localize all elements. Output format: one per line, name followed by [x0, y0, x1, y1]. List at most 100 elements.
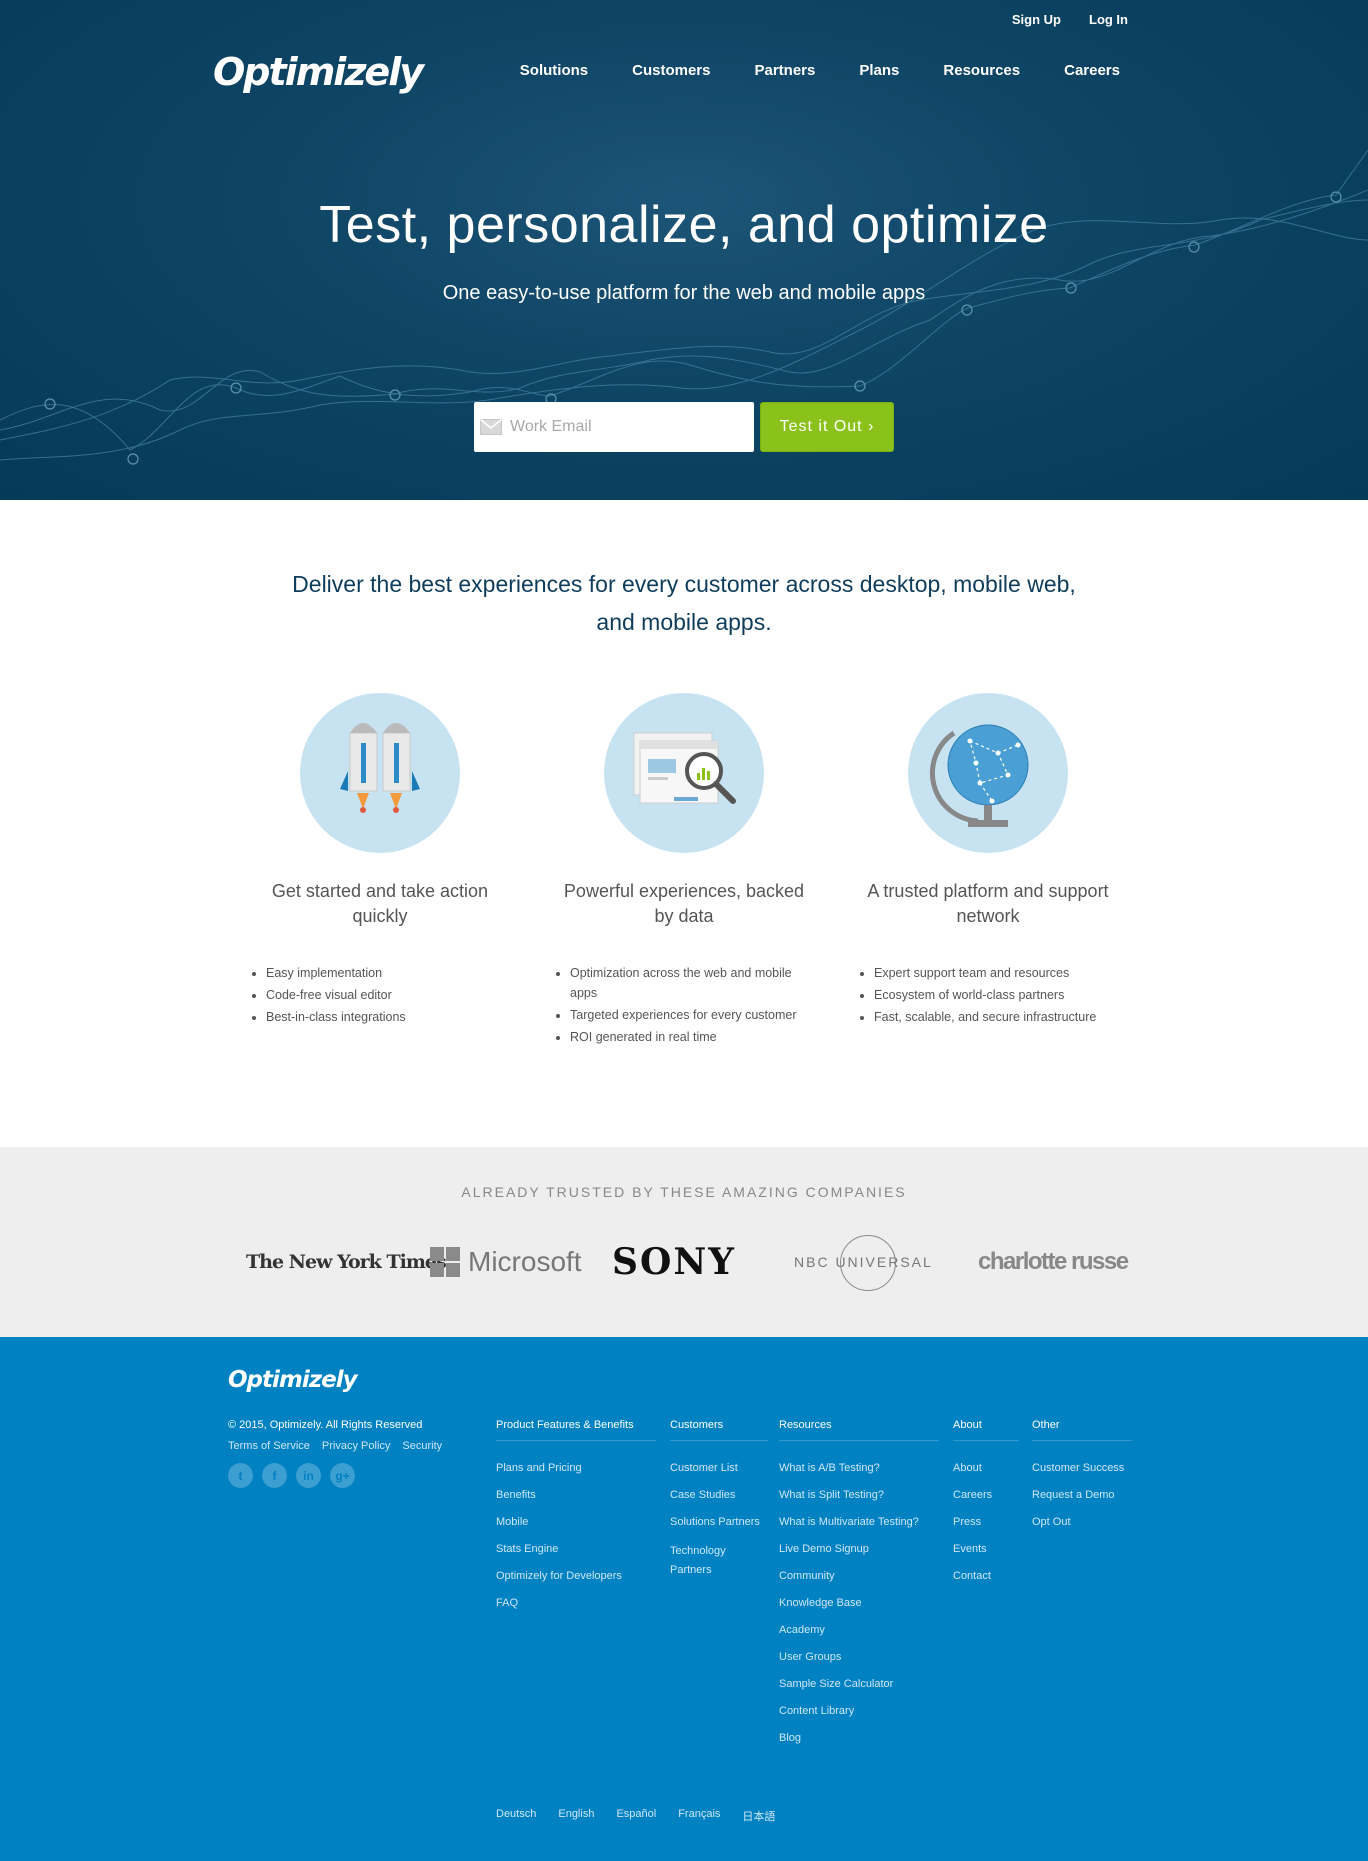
lang-deutsch[interactable]: Deutsch [496, 1808, 536, 1824]
signup-form: Test it Out › [474, 402, 894, 452]
twitter-icon[interactable]: t [228, 1463, 253, 1488]
footer-col-resources: Resources What is A/B Testing? What is S… [779, 1419, 939, 1758]
charlotte-russe-logo: charlotte russe [978, 1248, 1129, 1275]
feature-title: A trusted platform and support network [867, 881, 1109, 926]
nav-resources[interactable]: Resources [943, 62, 1020, 79]
footer-link[interactable]: Benefits [496, 1488, 656, 1502]
footer-link[interactable]: Customer Success [1032, 1461, 1132, 1475]
list-item: Fast, scalable, and secure infrastructur… [874, 1007, 1118, 1027]
nav-plans[interactable]: Plans [859, 62, 899, 79]
test-it-out-button[interactable]: Test it Out › [760, 402, 894, 452]
linkedin-icon[interactable]: in [296, 1463, 321, 1488]
feature-bullets: Expert support team and resources Ecosys… [858, 963, 1118, 1027]
footer-col-other: Other Customer Success Request a Demo Op… [1032, 1419, 1132, 1542]
column-heading: Resources [779, 1419, 939, 1441]
footer-link[interactable]: Academy [779, 1623, 939, 1637]
column-heading: Product Features & Benefits [496, 1419, 656, 1441]
work-email-input[interactable] [510, 418, 740, 436]
footer-link[interactable]: Press [953, 1515, 1019, 1529]
footer-col-product: Product Features & Benefits Plans and Pr… [496, 1419, 656, 1623]
top-account-links: Sign Up Log In [1012, 12, 1128, 27]
list-item: Code-free visual editor [266, 985, 510, 1005]
terms-link[interactable]: Terms of Service [228, 1440, 310, 1452]
footer-link[interactable]: About [953, 1461, 1019, 1475]
footer-link[interactable]: Contact [953, 1569, 1019, 1583]
footer-link[interactable]: FAQ [496, 1596, 656, 1610]
globe-icon [908, 693, 1068, 853]
list-item: ROI generated in real time [570, 1027, 814, 1047]
legal-links: Terms of Service Privacy Policy Security [228, 1440, 442, 1452]
list-item: Ecosystem of world-class partners [874, 985, 1118, 1005]
privacy-link[interactable]: Privacy Policy [322, 1440, 390, 1452]
magnifier-data-icon [604, 693, 764, 853]
hero-title: Test, personalize, and optimize [319, 196, 1049, 254]
footer-link[interactable]: What is Split Testing? [779, 1488, 939, 1502]
footer-link[interactable]: Blog [779, 1731, 939, 1745]
lang-japanese[interactable]: 日本語 [742, 1808, 775, 1824]
footer-logo[interactable]: Optimizely [228, 1367, 358, 1393]
feature-get-started: Get started and take action quickly Easy… [250, 693, 510, 1029]
footer-col-customers: Customers Customer List Case Studies Sol… [670, 1419, 768, 1593]
footer-link[interactable]: Stats Engine [496, 1542, 656, 1556]
sign-up-link[interactable]: Sign Up [1012, 12, 1061, 27]
list-item: Easy implementation [266, 963, 510, 983]
footer-link[interactable]: Live Demo Signup [779, 1542, 939, 1556]
nyt-logo: The New York Times [246, 1251, 447, 1273]
footer: Optimizely © 2015, Optimizely. All Right… [0, 1337, 1368, 1861]
footer-link[interactable]: Request a Demo [1032, 1488, 1132, 1502]
footer-link[interactable]: What is Multivariate Testing? [779, 1515, 939, 1529]
footer-link[interactable]: Case Studies [670, 1488, 768, 1502]
social-links: t f in g+ [228, 1463, 355, 1488]
facebook-icon[interactable]: f [262, 1463, 287, 1488]
footer-link[interactable]: Mobile [496, 1515, 656, 1529]
feature-title: Powerful experiences, backed by data [563, 881, 805, 926]
footer-link[interactable]: Sample Size Calculator [779, 1677, 939, 1691]
copyright: © 2015, Optimizely. All Rights Reserved [228, 1419, 423, 1431]
footer-link[interactable]: Community [779, 1569, 939, 1583]
column-heading: About [953, 1419, 1019, 1441]
company-logos: The New York Times Microsoft SONY NBC UN… [240, 1217, 1130, 1307]
sony-logo: SONY [612, 1241, 736, 1283]
globe-ring-icon [840, 1235, 896, 1291]
nav-partners[interactable]: Partners [754, 62, 815, 79]
optimizely-logo[interactable]: Optimizely [213, 50, 424, 94]
list-item: Optimization across the web and mobile a… [570, 963, 814, 1003]
footer-link[interactable]: User Groups [779, 1650, 939, 1664]
lang-espanol[interactable]: Español [616, 1808, 656, 1824]
googleplus-icon[interactable]: g+ [330, 1463, 355, 1488]
footer-link[interactable]: Opt Out [1032, 1515, 1132, 1529]
footer-link[interactable]: Optimizely for Developers [496, 1569, 656, 1583]
security-link[interactable]: Security [402, 1440, 442, 1452]
footer-link[interactable]: Customer List [670, 1461, 768, 1475]
intro-statement: Deliver the best experiences for every c… [292, 571, 1076, 635]
footer-link[interactable]: Knowledge Base [779, 1596, 939, 1610]
list-item: Expert support team and resources [874, 963, 1118, 983]
footer-link[interactable]: Technology Partners [670, 1542, 768, 1580]
lang-english[interactable]: English [558, 1808, 594, 1824]
hero-subtitle: One easy-to-use platform for the web and… [442, 282, 926, 304]
footer-link[interactable]: Careers [953, 1488, 1019, 1502]
lang-francais[interactable]: Français [678, 1808, 720, 1824]
footer-col-about: About About Careers Press Events Contact [953, 1419, 1019, 1596]
nav-solutions[interactable]: Solutions [520, 62, 588, 79]
feature-powerful-experiences: Powerful experiences, backed by data Opt… [554, 693, 814, 1049]
nav-careers[interactable]: Careers [1064, 62, 1120, 79]
microsoft-logo: Microsoft [430, 1217, 582, 1307]
language-links: Deutsch English Español Français 日本語 [496, 1808, 775, 1824]
footer-link[interactable]: Solutions Partners [670, 1515, 768, 1529]
hero-section: Sign Up Log In Optimizely Solutions Cust… [0, 0, 1368, 500]
footer-link[interactable]: What is A/B Testing? [779, 1461, 939, 1475]
list-item: Targeted experiences for every customer [570, 1005, 814, 1025]
nbc-universal-logo: NBC UNIVERSAL [794, 1217, 933, 1307]
log-in-link[interactable]: Log In [1089, 12, 1128, 27]
feature-bullets: Optimization across the web and mobile a… [554, 963, 814, 1047]
footer-link[interactable]: Events [953, 1542, 1019, 1556]
feature-trusted-platform: A trusted platform and support network E… [858, 693, 1118, 1029]
column-heading: Customers [670, 1419, 768, 1441]
envelope-icon [480, 419, 502, 435]
microsoft-grid-icon [430, 1247, 460, 1277]
footer-link[interactable]: Plans and Pricing [496, 1461, 656, 1475]
footer-link[interactable]: Content Library [779, 1704, 939, 1718]
list-item: Best-in-class integrations [266, 1007, 510, 1027]
nav-customers[interactable]: Customers [632, 62, 710, 79]
